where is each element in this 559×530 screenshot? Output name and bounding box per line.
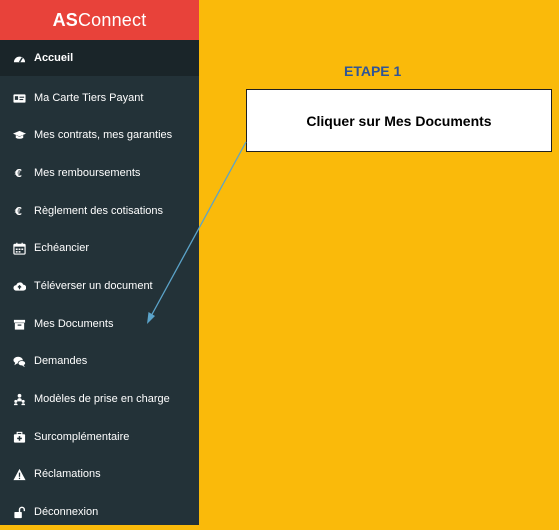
svg-text:€: €	[14, 207, 22, 218]
instruction-callout: Cliquer sur Mes Documents	[246, 89, 552, 152]
step-title: ETAPE 1	[344, 63, 402, 79]
graduation-cap-icon	[13, 129, 26, 142]
svg-text:€: €	[14, 169, 22, 180]
medkit-icon	[13, 431, 26, 444]
sidebar-item-reclamations[interactable]: Réclamations	[0, 456, 199, 492]
sidebar: AS Connect Accueil Ma Carte Tiers Payant …	[0, 0, 199, 525]
unlock-icon	[13, 506, 26, 519]
archive-icon	[13, 318, 26, 331]
sidebar-item-label: Mes Documents	[34, 318, 114, 330]
sidebar-item-remboursements[interactable]: € Mes remboursements	[0, 155, 199, 191]
calendar-icon	[13, 242, 26, 255]
sidebar-item-carte-tiers-payant[interactable]: Ma Carte Tiers Payant	[0, 80, 199, 116]
sidebar-item-label: Accueil	[34, 52, 74, 64]
sidebar-item-label: Surcomplémentaire	[34, 431, 130, 443]
cloud-upload-icon	[13, 280, 26, 293]
sidebar-item-label: Réclamations	[34, 468, 101, 480]
euro-icon: €	[13, 167, 26, 180]
sidebar-item-label: Modèles de prise en charge	[34, 393, 170, 405]
sidebar-item-mes-documents[interactable]: Mes Documents	[0, 306, 199, 342]
comments-icon	[13, 355, 26, 368]
app-logo[interactable]: AS Connect	[0, 0, 199, 40]
sidebar-item-label: Mes contrats, mes garanties	[34, 129, 173, 141]
id-card-icon	[13, 92, 26, 105]
sidebar-item-reglement-cotisations[interactable]: € Règlement des cotisations	[0, 193, 199, 229]
sidebar-item-contrats-garanties[interactable]: Mes contrats, mes garanties	[0, 117, 199, 153]
sidebar-item-label: Mes remboursements	[34, 167, 141, 179]
warning-icon	[13, 468, 26, 481]
logo-regular: Connect	[77, 9, 147, 30]
callout-text: Cliquer sur Mes Documents	[306, 112, 492, 129]
sitemap-icon	[13, 393, 26, 406]
sidebar-item-echeancier[interactable]: Echéancier	[0, 230, 199, 266]
sidebar-item-modeles-prise-en-charge[interactable]: Modèles de prise en charge	[0, 381, 199, 417]
sidebar-item-label: Demandes	[34, 355, 88, 367]
euro-icon: €	[13, 205, 26, 218]
sidebar-item-accueil[interactable]: Accueil	[0, 40, 199, 76]
sidebar-item-label: Déconnexion	[34, 506, 99, 518]
sidebar-item-surcomplementaire[interactable]: Surcomplémentaire	[0, 419, 199, 455]
logo-bold: AS	[52, 9, 78, 30]
dashboard-icon	[13, 52, 26, 65]
sidebar-item-label: Téléverser un document	[34, 280, 153, 292]
sidebar-item-televerser-document[interactable]: Téléverser un document	[0, 268, 199, 304]
sidebar-item-label: Echéancier	[34, 242, 90, 254]
sidebar-item-label: Règlement des cotisations	[34, 205, 164, 217]
sidebar-item-demandes[interactable]: Demandes	[0, 343, 199, 379]
sidebar-item-label: Ma Carte Tiers Payant	[34, 92, 144, 104]
